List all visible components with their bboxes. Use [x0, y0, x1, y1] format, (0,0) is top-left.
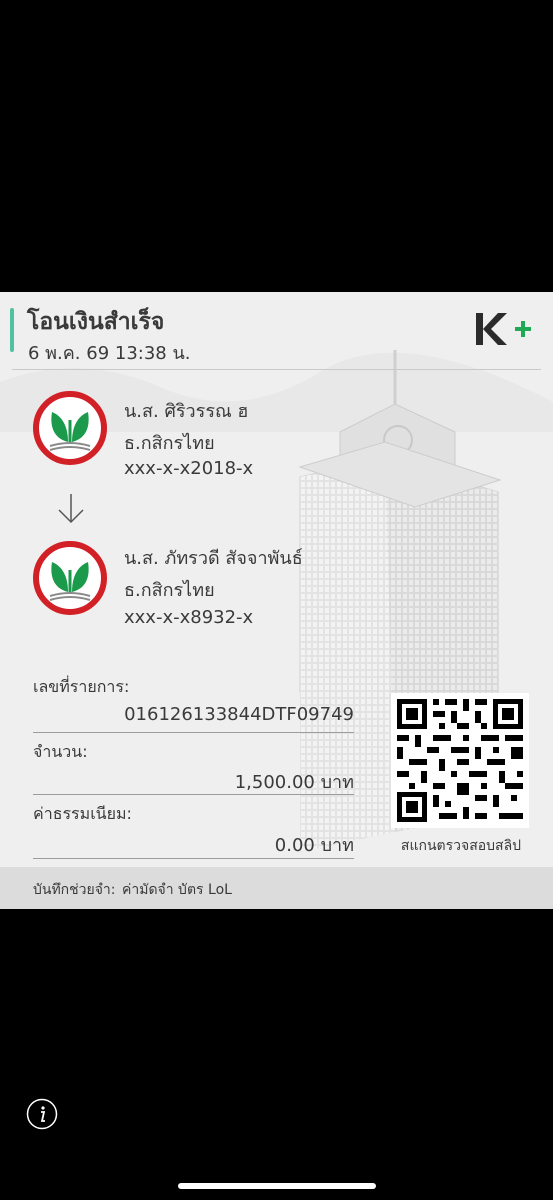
receiver-bank: ธ.กสิกรไทย — [124, 580, 215, 601]
memo-value: ค่ามัดจำ บัตร LoL — [122, 882, 232, 898]
home-indicator[interactable] — [178, 1183, 376, 1189]
slip-header: โอนเงินสำเร็จ 6 พ.ค. 69 13:38 น. — [0, 292, 553, 370]
memo-bar: บันทึกช่วยจำ: ค่ามัดจำ บัตร LoL — [0, 867, 553, 909]
receiver-account: xxx-x-x8932-x — [124, 607, 254, 628]
qr-code-box[interactable] — [391, 693, 529, 828]
receiver-name: น.ส. ภัทรวดี สัจจาพันธ์ — [124, 548, 303, 569]
header-divider — [12, 369, 541, 370]
receiver-bank-logo — [33, 541, 107, 615]
qr-caption: สแกนตรวจสอบสลิป — [400, 838, 522, 854]
arrow-down-icon — [58, 494, 84, 524]
reference-divider — [33, 732, 354, 733]
sender-account: xxx-x-x2018-x — [124, 458, 254, 479]
transfer-slip: โอนเงินสำเร็จ 6 พ.ค. 69 13:38 น. น.ส. ศิ… — [0, 292, 553, 909]
sender-name: น.ส. ศิริวรรณ ฮ — [124, 401, 249, 422]
page-title: โอนเงินสำเร็จ — [27, 309, 165, 335]
fee-label: ค่าธรรมเนียม: — [33, 804, 132, 823]
amount-divider — [33, 794, 354, 795]
sender-bank-logo — [33, 391, 107, 465]
info-icon[interactable] — [26, 1098, 58, 1130]
kplus-logo — [476, 313, 531, 345]
title-accent-bar — [10, 308, 14, 352]
transfer-datetime: 6 พ.ค. 69 13:38 น. — [28, 343, 191, 364]
reference-value: 016126133844DTF09749 — [124, 704, 354, 725]
fee-divider — [33, 858, 354, 859]
memo-label: บันทึกช่วยจำ: — [33, 882, 116, 898]
amount-value: 1,500.00 บาท — [234, 772, 354, 793]
sender-bank: ธ.กสิกรไทย — [124, 433, 215, 454]
qr-code — [391, 693, 529, 828]
amount-label: จำนวน: — [33, 742, 88, 761]
fee-value: 0.00 บาท — [274, 835, 354, 856]
reference-label: เลขที่รายการ: — [33, 677, 130, 696]
